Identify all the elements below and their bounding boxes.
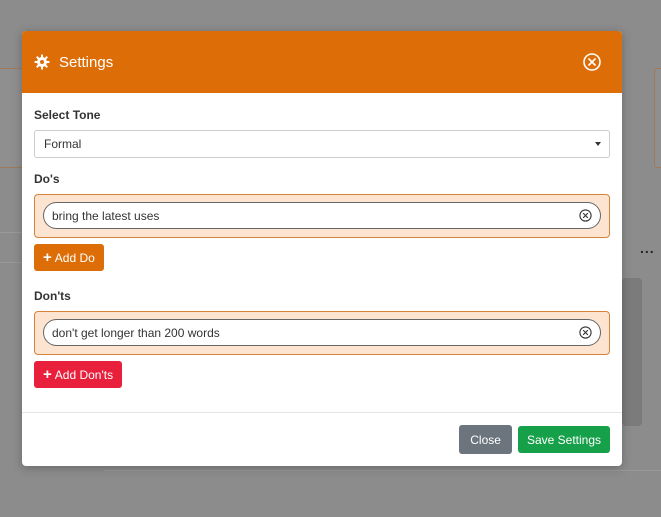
- add-do-label: Add Do: [54, 250, 95, 265]
- clear-circle-icon[interactable]: [579, 326, 592, 339]
- close-circle-icon[interactable]: [582, 52, 602, 72]
- close-button[interactable]: Close: [459, 425, 512, 454]
- donts-list: don't get longer than 200 words: [34, 311, 610, 355]
- background-panel: [622, 278, 642, 426]
- add-dont-row: + Add Don'ts: [34, 361, 610, 388]
- settings-modal: Settings Select Tone Formal Do's bring t…: [22, 31, 622, 466]
- add-do-row: + Add Do: [34, 244, 610, 271]
- tone-select[interactable]: Formal: [34, 130, 610, 158]
- add-dont-button[interactable]: + Add Don'ts: [34, 361, 123, 388]
- plus-icon: +: [43, 249, 52, 266]
- do-item-input[interactable]: bring the latest uses: [43, 202, 601, 229]
- dos-list: bring the latest uses: [34, 194, 610, 238]
- modal-footer: Close Save Settings: [22, 412, 622, 466]
- save-settings-button[interactable]: Save Settings: [517, 426, 610, 453]
- gear-icon: [34, 54, 50, 70]
- clear-circle-icon[interactable]: [579, 209, 592, 222]
- background-divider: [104, 470, 661, 471]
- add-dont-label: Add Don'ts: [54, 367, 114, 382]
- dont-item-input[interactable]: don't get longer than 200 words: [43, 319, 601, 346]
- modal-header: Settings: [22, 31, 622, 93]
- background-divider: [0, 232, 22, 233]
- dont-item-text: don't get longer than 200 words: [52, 325, 220, 340]
- modal-title: Settings: [59, 53, 114, 71]
- do-item-text: bring the latest uses: [52, 208, 160, 223]
- tone-select-value: Formal: [44, 137, 82, 151]
- background-divider: [0, 262, 22, 263]
- tone-label: Select Tone: [34, 108, 101, 122]
- modal-body: Select Tone Formal Do's bring the latest…: [22, 93, 622, 388]
- background-menu-dots: ...: [640, 240, 655, 256]
- plus-icon: +: [43, 366, 52, 383]
- caret-down-icon: [595, 142, 601, 146]
- donts-label: Don'ts: [34, 289, 71, 303]
- background-card: [654, 68, 661, 168]
- add-do-button[interactable]: + Add Do: [34, 244, 104, 271]
- dos-label: Do's: [34, 172, 60, 186]
